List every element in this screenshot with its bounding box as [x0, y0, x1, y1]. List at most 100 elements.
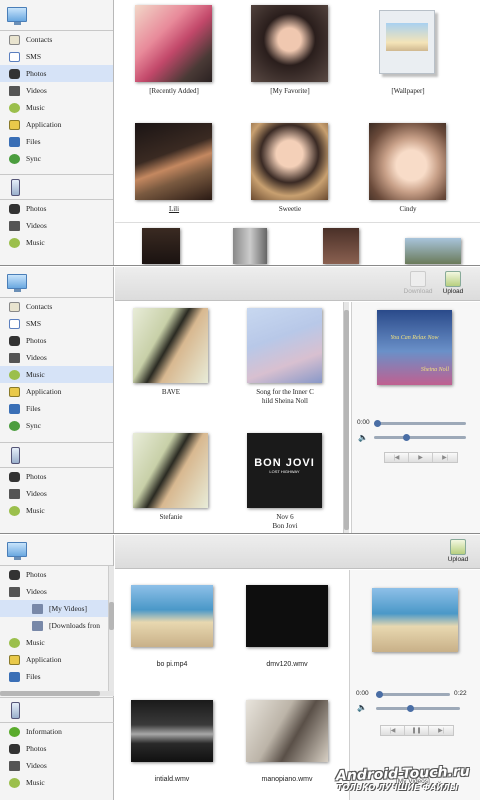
sidebar-item-sync[interactable]: Sync	[0, 150, 113, 167]
sync-icon	[9, 420, 20, 431]
song-tile[interactable]: BAVE	[131, 308, 211, 398]
files-icon	[9, 403, 20, 414]
music-icon	[9, 505, 20, 516]
photo-thumbnail[interactable]	[233, 228, 267, 264]
sidebar-item-sms[interactable]: SMS	[0, 315, 113, 332]
volume-slider[interactable]	[374, 434, 466, 441]
video-thumbnail	[246, 585, 328, 647]
upload-button[interactable]: Upload	[439, 271, 467, 295]
previous-button[interactable]: |◀	[381, 726, 405, 735]
pc-device-header[interactable]	[0, 267, 113, 297]
sidebar-item-sync[interactable]: Sync	[0, 417, 113, 434]
sidebar-item-phone-photos[interactable]: Photos	[0, 200, 113, 217]
sidebar-item-sms[interactable]: SMS	[0, 48, 113, 65]
progress-slider[interactable]	[374, 420, 466, 427]
album-label: Sweetie	[278, 205, 302, 213]
progress-slider[interactable]	[376, 691, 450, 698]
sidebar-item-photos[interactable]: Photos	[0, 332, 113, 349]
album-tile[interactable]: Sweetie	[249, 123, 331, 218]
photo-thumbnail[interactable]	[405, 238, 461, 264]
sidebar-item-videos[interactable]: Videos	[0, 349, 113, 366]
video-thumbnail	[246, 700, 328, 762]
sidebar-item-application[interactable]: Application	[0, 651, 108, 668]
pc-device-header[interactable]	[0, 0, 113, 30]
sidebar-horizontal-scrollbar[interactable]	[0, 691, 114, 696]
files-icon	[9, 136, 20, 147]
song-tile[interactable]: BON JOVI LOST HIGHWAY Nov 6 Bon Jovi	[245, 433, 325, 530]
video-tile[interactable]: intiald.wmv	[129, 700, 215, 786]
sidebar-item-phone-videos[interactable]: Videos	[0, 757, 114, 774]
sidebar-item-music[interactable]: Music	[0, 99, 113, 116]
sidebar-item-application[interactable]: Application	[0, 116, 113, 133]
sidebar-item-my-videos[interactable]: [My Videos]	[0, 600, 108, 617]
sidebar-item-phone-photos[interactable]: Photos	[0, 468, 113, 485]
sidebar-item-information[interactable]: Information	[0, 723, 114, 740]
camera-icon	[9, 743, 20, 754]
sidebar-item-contacts[interactable]: Contacts	[0, 298, 113, 315]
video-tile[interactable]: dmv120.wmv	[244, 585, 330, 671]
sidebar-item-phone-videos[interactable]: Videos	[0, 485, 113, 502]
play-button[interactable]: ▶	[409, 453, 433, 462]
progress-knob[interactable]	[376, 691, 383, 698]
sidebar-item-downloads[interactable]: [Downloads fron	[0, 617, 108, 634]
phone-icon	[11, 702, 20, 719]
previous-button[interactable]: |◀	[385, 453, 409, 462]
album-tile[interactable]: [Wallpaper]	[367, 5, 449, 100]
phone-device-header[interactable]	[0, 698, 114, 722]
camera-icon	[9, 335, 20, 346]
sidebar-item-files[interactable]: Files	[0, 133, 113, 150]
album-tile[interactable]: Cindy	[367, 123, 449, 218]
album-tile[interactable]: [Recently Added]	[133, 5, 215, 100]
next-button[interactable]: ▶|	[433, 453, 457, 462]
sidebar-item-phone-videos[interactable]: Videos	[0, 217, 113, 234]
film-icon	[9, 586, 20, 597]
folder-icon	[32, 603, 43, 614]
sidebar-item-videos[interactable]: Videos	[0, 82, 113, 99]
upload-button[interactable]: Upload	[444, 539, 472, 563]
phone-device-header[interactable]	[0, 443, 113, 467]
sidebar-item-phone-photos[interactable]: Photos	[0, 740, 114, 757]
sidebar-item-music[interactable]: Music	[0, 634, 108, 651]
sidebar-item-contacts[interactable]: Contacts	[0, 31, 113, 48]
sidebar-item-phone-music[interactable]: Music	[0, 774, 114, 791]
pause-button[interactable]: ❚❚	[405, 726, 429, 735]
sidebar-item-music[interactable]: Music	[0, 366, 113, 383]
sidebar-item-photos[interactable]: Photos	[0, 566, 108, 583]
photo-thumbnail[interactable]	[142, 228, 180, 264]
video-tile[interactable]: manopiano.wmv	[244, 700, 330, 786]
sidebar-scrollbar[interactable]	[108, 566, 114, 691]
download-button[interactable]: Download	[401, 271, 435, 295]
sidebar: Photos Videos [My Videos] [Downloads fro…	[0, 535, 114, 800]
sidebar-item-photos[interactable]: Photos	[0, 65, 113, 82]
music-icon	[9, 369, 20, 380]
film-icon	[9, 352, 20, 363]
scrollbar-thumb[interactable]	[344, 310, 349, 530]
song-tile[interactable]: Stefanie	[131, 433, 211, 523]
camera-icon	[9, 569, 20, 580]
album-tile[interactable]: [My Favorite]	[249, 5, 331, 100]
volume-knob[interactable]	[406, 705, 414, 712]
sidebar-item-phone-music[interactable]: Music	[0, 234, 113, 251]
album-tile[interactable]: Lili	[133, 123, 215, 218]
pc-device-header[interactable]	[0, 535, 113, 565]
scrollbar-thumb[interactable]	[109, 602, 114, 630]
screen-music: Contacts SMS Photos Videos Music Applica…	[0, 267, 480, 534]
video-name: manopiano.wmv	[261, 776, 313, 783]
sidebar-item-application[interactable]: Application	[0, 383, 113, 400]
volume-knob[interactable]	[403, 434, 411, 441]
song-tile[interactable]: Song for the Inner Child Sheina Noll	[245, 308, 325, 405]
video-tile[interactable]: bo pi.mp4	[129, 585, 215, 671]
sidebar-item-phone-music[interactable]: Music	[0, 502, 113, 519]
volume-slider[interactable]	[376, 705, 460, 712]
screen-videos: Photos Videos [My Videos] [Downloads fro…	[0, 535, 480, 800]
sidebar-item-files[interactable]: Files	[0, 668, 108, 685]
album-label: [Recently Added]	[149, 87, 199, 95]
sidebar-item-files[interactable]: Files	[0, 400, 113, 417]
photo-thumbnail[interactable]	[323, 228, 359, 264]
phone-device-header[interactable]	[0, 175, 113, 199]
videos-view: Upload bo pi.mp4 dmv120.wmv intiald.wmv …	[115, 535, 480, 800]
progress-knob[interactable]	[374, 420, 381, 427]
vertical-scrollbar[interactable]	[343, 302, 349, 533]
sidebar-item-videos[interactable]: Videos	[0, 583, 108, 600]
next-button[interactable]: ▶|	[429, 726, 453, 735]
